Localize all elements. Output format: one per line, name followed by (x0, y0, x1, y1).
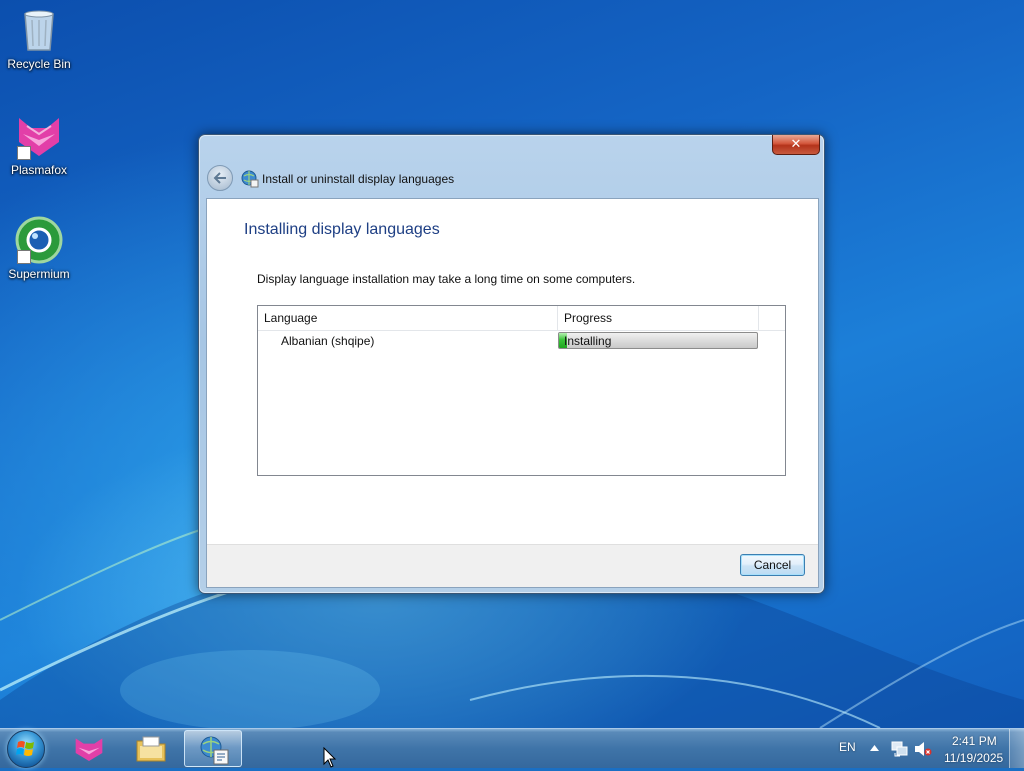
install-languages-window[interactable]: ✕ Install or uninstall display languages… (198, 134, 825, 594)
list-item[interactable]: Albanian (shqipe) Installing (258, 330, 785, 352)
taskbar-plasmafox[interactable] (60, 730, 118, 767)
desktop-icon-plasmafox[interactable]: Plasmafox (0, 112, 78, 177)
description-text: Display language installation may take a… (257, 272, 636, 286)
install-progress-bar: Installing (558, 332, 758, 349)
start-button[interactable] (7, 730, 45, 768)
show-desktop-button[interactable] (1009, 729, 1024, 768)
shortcut-arrow-icon (17, 146, 31, 160)
desktop-icon-supermium[interactable]: Supermium (0, 216, 78, 281)
dialog-footer: Cancel (207, 544, 818, 587)
file-explorer-icon (135, 733, 167, 765)
clock-date[interactable]: 11/19/2025 (944, 751, 1003, 765)
network-icon[interactable] (890, 741, 908, 757)
recycle-bin-icon (15, 6, 63, 54)
language-list: Language Progress Albanian (shqipe) Inst… (257, 305, 786, 476)
list-header: Language Progress (258, 306, 785, 331)
supermium-icon (15, 216, 63, 264)
taskbar-language-settings[interactable] (184, 730, 242, 767)
plasmafox-icon (15, 112, 63, 160)
close-button[interactable]: ✕ (772, 135, 820, 155)
show-hidden-icons-chevron-icon[interactable] (870, 745, 879, 751)
desktop-icon-label: Recycle Bin (7, 57, 71, 71)
desktop-icon-recycle-bin[interactable]: Recycle Bin (0, 6, 78, 71)
window-title: Install or uninstall display languages (262, 172, 455, 186)
column-header-language[interactable]: Language (258, 306, 558, 330)
language-globe-icon (241, 170, 259, 188)
progress-status: Installing (564, 334, 612, 348)
back-arrow-icon (213, 172, 226, 184)
mouse-cursor-icon (323, 747, 337, 768)
language-settings-icon (198, 734, 230, 766)
back-button[interactable] (207, 165, 233, 191)
desktop-icon-label: Supermium (8, 267, 70, 281)
cancel-button[interactable]: Cancel (740, 554, 805, 576)
language-name: Albanian (shqipe) (281, 334, 375, 348)
taskbar-file-explorer[interactable] (122, 730, 180, 767)
shortcut-arrow-icon (17, 250, 31, 264)
plasmafox-taskbar-icon (73, 733, 105, 765)
navigation-bar: Install or uninstall display languages (207, 165, 807, 193)
desktop-icon-label: Plasmafox (10, 163, 68, 177)
volume-muted-icon[interactable] (914, 741, 932, 757)
clock-time[interactable]: 2:41 PM (952, 734, 997, 748)
taskbar: EN 2:41 PM 11/19/2025 (0, 728, 1024, 768)
page-heading: Installing display languages (244, 221, 440, 238)
windows-logo-icon (16, 741, 34, 756)
content-panel: Installing display languages Display lan… (206, 198, 819, 588)
language-indicator[interactable]: EN (839, 740, 856, 754)
column-header-progress[interactable]: Progress (558, 306, 759, 330)
